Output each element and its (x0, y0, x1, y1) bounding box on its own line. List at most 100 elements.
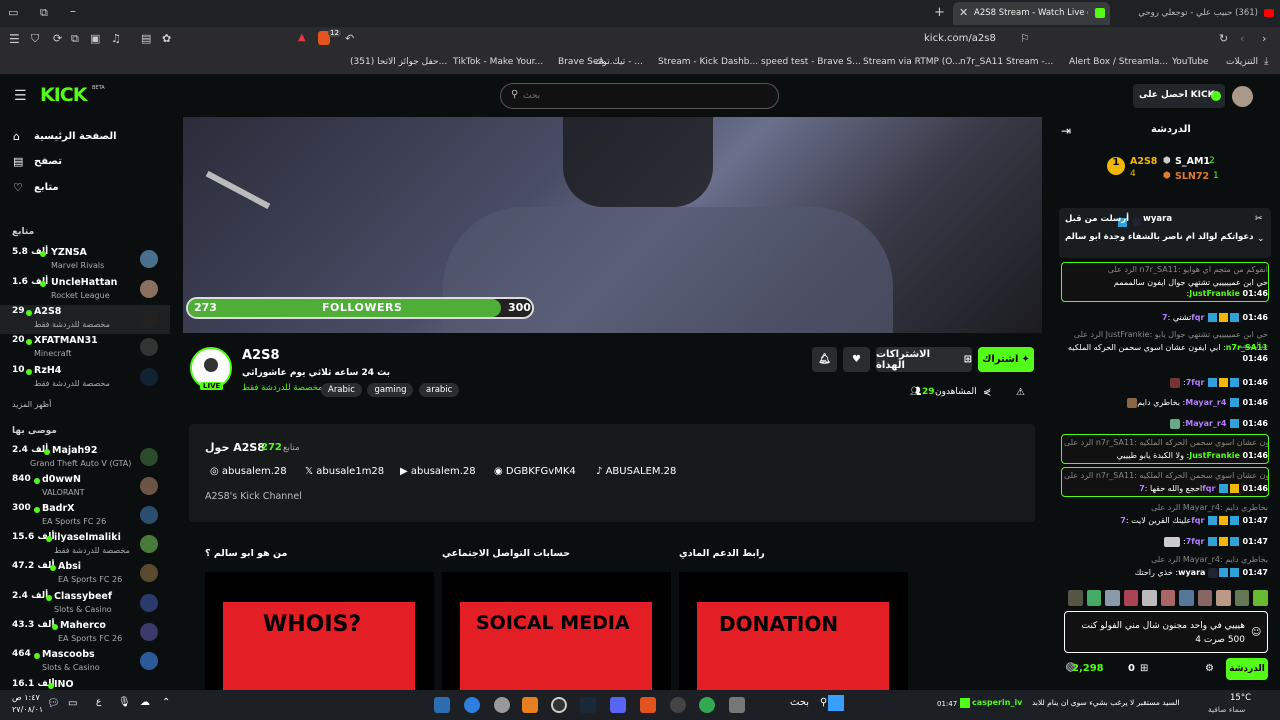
obs-icon[interactable] (670, 697, 686, 713)
new-tab-icon[interactable]: + (934, 5, 945, 20)
bookmark-item[interactable]: Stream - Kick Dashb... (658, 57, 758, 67)
chat-username[interactable]: n7r_SA11 (1226, 343, 1268, 352)
emote-icon[interactable] (1142, 590, 1157, 606)
taskbar-app-icon[interactable] (464, 697, 480, 713)
taskbar-app-icon[interactable] (551, 697, 567, 713)
wallet-icon[interactable]: ▤ (141, 32, 151, 45)
display-icon[interactable]: ▭ (68, 698, 77, 709)
chat-message[interactable]: ابي ايفون عشان اسوي سحمن الحركه الملكيه … (1064, 342, 1268, 364)
chat-message[interactable]: :7fqr 01:46 (1064, 377, 1268, 388)
tag[interactable]: gaming (367, 383, 414, 397)
bookmark-item[interactable]: YouTube (1172, 57, 1209, 67)
bookmark-item[interactable]: التنزيلات (1226, 57, 1258, 67)
url-field[interactable]: kick.com/a2s8 (924, 33, 996, 44)
menu-icon[interactable]: ☰ (9, 32, 20, 46)
chat-username[interactable]: JustFrankie (1189, 289, 1240, 298)
taskbar-app-icon[interactable] (494, 697, 510, 713)
emote-icon[interactable] (1234, 590, 1250, 606)
pinned-user[interactable]: wyara (1143, 214, 1172, 224)
history-icon[interactable]: ⟳ (53, 32, 62, 45)
chat-message[interactable]: ولا الكبدة يابو طيييي :JustFrankie 01:46 (1064, 450, 1268, 461)
taskbar-app-icon[interactable] (434, 697, 450, 713)
chat-message[interactable]: احجع والله حقها :7fqr 01:46 (1064, 483, 1268, 494)
emoji-icon[interactable]: ☺ (1251, 627, 1261, 638)
channel-item[interactable]: 1.6 ألف UncleHattan Rocket League (0, 276, 170, 305)
chat-message[interactable]: عليتك القرين لايت :7fqr 01:47 (1064, 515, 1268, 526)
channel-item[interactable]: 2.4 ألف Classybeef Slots & Casino (0, 590, 170, 619)
follow-button[interactable]: ♥ (843, 347, 870, 372)
bookmark-item[interactable]: n7r_SA11 Stream -... (960, 57, 1053, 67)
taskbar-app-icon[interactable] (522, 697, 538, 713)
chevron-up-icon[interactable]: ⌃ (162, 697, 170, 708)
tab-youtube[interactable]: (361) حبيب علي - توجعلي روحي (1116, 2, 1280, 25)
channel-item[interactable]: 300 BadrX EA Sports FC 26 (0, 502, 170, 531)
sidebar-toggle-icon[interactable]: ▭ (8, 6, 18, 19)
leader-name[interactable]: S_AM1 (1175, 156, 1210, 167)
channel-item[interactable]: 47.2 ألف Absi EA Sports FC 26 (0, 560, 170, 589)
bookmark-item[interactable]: speed test - Brave S... (761, 57, 861, 67)
social-link-youtube[interactable]: ▶ abusalem.28 (400, 466, 476, 477)
chat-username[interactable]: Mayar_r4 (1185, 419, 1226, 428)
panel-whois[interactable]: WHOIS? (205, 572, 434, 690)
emote-icon[interactable] (1123, 590, 1139, 606)
social-link-discord[interactable]: ◉ DGBKFGvMK4 (494, 466, 576, 477)
get-kicks-button[interactable]: احصل على KICKs (1133, 84, 1225, 108)
emote-icon[interactable] (1253, 590, 1269, 606)
search-icon[interactable]: ⚲ (820, 697, 827, 708)
chat-message[interactable]: :Mayar_r4 01:46 (1064, 418, 1268, 429)
chat-message[interactable]: تشتي :7fqr 01:46 (1064, 312, 1268, 323)
back-icon[interactable]: ‹ (1240, 32, 1244, 45)
tab-kick[interactable]: ✕ A2S8 Stream - Watch Live on (953, 2, 1110, 25)
chevron-down-icon[interactable]: ⌄ (1257, 234, 1265, 244)
gift-subs-button[interactable]: الاشتراكات الهداة ⊞ (876, 347, 972, 372)
steam-icon[interactable] (580, 697, 596, 713)
sidebar-icon[interactable]: ▣ (90, 32, 100, 45)
reload-icon[interactable]: ↻ (1219, 32, 1228, 45)
chat-message[interactable]: بخاطري دايم :Mayar_r4 01:46 (1064, 397, 1268, 408)
network-icon[interactable]: ☁ (140, 697, 150, 708)
downloads-icon[interactable]: ⤓ (1264, 56, 1268, 67)
discord-icon[interactable] (610, 697, 626, 713)
channel-item[interactable]: 10 RzH4 مخصصة للدردشة فقط (0, 364, 170, 393)
chat-message[interactable]: حي ابن عميييييي تشتهي جوال ايفون سالمممم… (1064, 277, 1268, 299)
show-more-link[interactable]: أظهر المزيد (12, 400, 51, 409)
channel-item[interactable]: 16.1 ألف INO (0, 678, 170, 690)
channel-item[interactable]: 15.6 ألف ilyaselmaliki مخصصة للدردشة فقط (0, 531, 170, 560)
chat-username[interactable]: 7fqr (1186, 537, 1205, 546)
share-icon[interactable]: ⋞ (983, 387, 991, 398)
bookmark-item[interactable]: تيك توك - ... (595, 57, 643, 67)
channel-item[interactable]: 20 XFATMAN31 Minecraft (0, 334, 170, 363)
channel-points[interactable]: 2,298 (1072, 663, 1104, 674)
report-icon[interactable]: ⚠ (1016, 387, 1025, 398)
panel-donation[interactable]: DONATION (679, 572, 908, 690)
pinned-message[interactable]: ✂ wyara أرسلت من قبل دعواتكم لوالد ام نا… (1059, 208, 1271, 258)
kicks-store-icon[interactable]: ⊞ (1140, 663, 1148, 674)
tabs-icon[interactable]: ⧉ (71, 32, 79, 46)
social-link-instagram[interactable]: ◎ abusalem.28 (210, 466, 287, 477)
sidebar-item-following[interactable]: ♡ متابع (0, 179, 170, 203)
chat-input-text[interactable]: هيييي في واحد مجنون شال مني الفولو كنت 5… (1073, 619, 1246, 647)
bookmark-item[interactable]: (351) حفل جوائز الاتحا... (350, 57, 447, 67)
restore-window-icon[interactable]: ⧉ (40, 6, 48, 20)
chat-username[interactable]: 7fqr (1186, 378, 1205, 387)
notification-icon[interactable]: 💬︎ (47, 698, 60, 709)
collapse-chat-icon[interactable]: ⇥ (1061, 124, 1071, 138)
windows-start-icon[interactable] (828, 695, 844, 711)
kick-logo[interactable]: KICK (40, 84, 87, 106)
chat-input[interactable]: هيييي في واحد مجنون شال مني الفولو كنت 5… (1064, 611, 1268, 653)
chat-username[interactable]: wyara (1178, 568, 1205, 577)
social-link-tiktok[interactable]: ♪ ABUSALEM.28 (596, 466, 676, 477)
bookmark-item[interactable]: Alert Box / Streamla... (1069, 57, 1168, 67)
social-link-x[interactable]: 𝕏 abusale1m28 (305, 466, 384, 477)
panel-social-media[interactable]: SOICAL MEDIA (442, 572, 671, 690)
emote-icon[interactable] (1086, 590, 1102, 606)
channel-item[interactable]: 5.8 ألف YZNSA Marvel Rivals (0, 246, 170, 275)
search-label[interactable]: بحث (790, 697, 809, 708)
subscribe-button[interactable]: اشتراك ✦ (978, 347, 1034, 372)
chrome-icon[interactable] (699, 697, 715, 713)
leader-name[interactable]: SLN72 (1175, 171, 1209, 182)
avatar[interactable] (1232, 86, 1253, 107)
forward-icon[interactable]: › (1262, 32, 1266, 45)
mic-icon[interactable]: 🎙︎ (118, 697, 131, 708)
channel-item-active[interactable]: 29 A2S8 مخصصة للدردشة فقط (0, 305, 170, 334)
